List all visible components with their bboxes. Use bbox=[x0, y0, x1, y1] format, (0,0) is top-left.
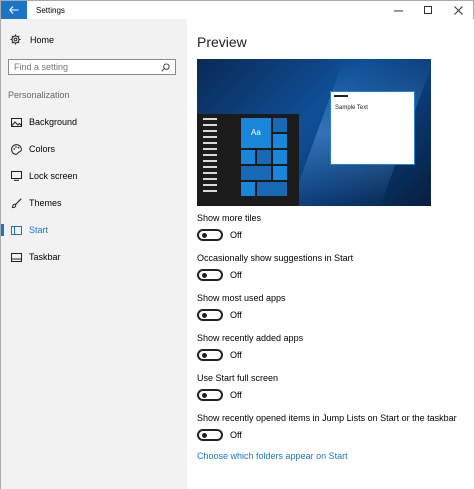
toggle-switch[interactable] bbox=[197, 269, 223, 281]
taskbar-icon bbox=[9, 252, 23, 262]
setting-label: Show recently opened items in Jump Lists… bbox=[197, 413, 457, 423]
sidebar-item-label: Themes bbox=[29, 198, 62, 208]
toggle-switch[interactable] bbox=[197, 309, 223, 321]
setting-label: Show recently added apps bbox=[197, 333, 304, 343]
setting-use-start-full-screen: Use Start full screen Off bbox=[197, 373, 278, 401]
preview-tile bbox=[273, 166, 287, 180]
sidebar-item-themes[interactable]: Themes bbox=[1, 193, 187, 213]
section-heading-personalization: Personalization bbox=[8, 90, 70, 100]
setting-label: Show more tiles bbox=[197, 213, 262, 223]
toggle-state: Off bbox=[230, 230, 242, 240]
toggle-state: Off bbox=[230, 390, 242, 400]
setting-label: Use Start full screen bbox=[197, 373, 279, 383]
back-arrow-icon bbox=[9, 6, 19, 14]
sidebar-item-taskbar[interactable]: Taskbar bbox=[1, 247, 187, 267]
page-title: Preview bbox=[197, 34, 247, 50]
preview-tile bbox=[241, 182, 255, 196]
search-icon[interactable] bbox=[161, 63, 170, 72]
home-label: Home bbox=[30, 34, 55, 45]
start-preview-image: Aa Sample Text bbox=[197, 59, 431, 206]
minimize-icon bbox=[393, 10, 403, 11]
toggle-state: Off bbox=[230, 270, 242, 280]
start-menu-icon bbox=[9, 225, 23, 235]
preview-sample-window: Sample Text bbox=[330, 91, 415, 165]
settings-window: Settings Home Find a setting Personaliza… bbox=[0, 0, 474, 489]
picture-icon bbox=[9, 117, 23, 127]
preview-tile bbox=[241, 166, 271, 180]
toggle-switch[interactable] bbox=[197, 229, 223, 241]
lock-screen-icon bbox=[9, 171, 23, 181]
setting-show-most-used-apps: Show most used apps Off bbox=[197, 293, 286, 321]
setting-show-more-tiles: Show more tiles Off bbox=[197, 213, 261, 241]
preview-app-list bbox=[203, 118, 217, 196]
preview-tile bbox=[273, 118, 287, 132]
sidebar-item-lock-screen[interactable]: Lock screen bbox=[1, 166, 187, 186]
setting-label: Occasionally show suggestions in Start bbox=[197, 253, 354, 263]
toggle-state: Off bbox=[230, 310, 242, 320]
sidebar-item-label: Lock screen bbox=[29, 171, 78, 181]
sidebar-item-background[interactable]: Background bbox=[1, 112, 187, 132]
preview-tile bbox=[257, 150, 271, 164]
search-input[interactable] bbox=[9, 62, 154, 72]
sidebar: Home Personalization Background Colors bbox=[1, 19, 187, 489]
main-content: Preview Aa Sample Text Show more tiles O… bbox=[187, 19, 474, 489]
preview-tile-large: Aa bbox=[241, 118, 271, 148]
sidebar-item-label: Colors bbox=[29, 144, 56, 154]
home-nav-item[interactable]: Home bbox=[10, 34, 54, 45]
title-bar: Settings bbox=[1, 1, 473, 19]
sample-text: Sample Text bbox=[335, 105, 368, 111]
preview-tile bbox=[257, 182, 287, 196]
preview-tile bbox=[241, 150, 255, 164]
minimize-button[interactable] bbox=[383, 1, 413, 19]
gear-icon bbox=[10, 34, 21, 45]
close-button[interactable] bbox=[443, 1, 473, 19]
setting-label: Show most used apps bbox=[197, 293, 286, 303]
sidebar-item-label: Background bbox=[29, 117, 78, 127]
sidebar-item-label: Start bbox=[29, 225, 49, 235]
preview-start-menu: Aa bbox=[197, 114, 299, 206]
toggle-state: Off bbox=[230, 430, 242, 440]
sidebar-item-start[interactable]: Start bbox=[1, 220, 187, 240]
sample-window-titlebar bbox=[334, 95, 348, 97]
maximize-icon bbox=[423, 5, 432, 14]
search-field[interactable] bbox=[8, 59, 176, 75]
back-button[interactable] bbox=[1, 1, 27, 19]
sidebar-item-colors[interactable]: Colors bbox=[1, 139, 187, 159]
preview-tile bbox=[273, 150, 287, 164]
setting-show-suggestions: Occasionally show suggestions in Start O… bbox=[197, 253, 353, 281]
setting-jump-lists: Show recently opened items in Jump Lists… bbox=[197, 413, 457, 441]
toggle-switch[interactable] bbox=[197, 349, 223, 361]
window-title: Settings bbox=[36, 5, 65, 15]
preview-tile-text: Aa bbox=[251, 128, 261, 137]
maximize-button[interactable] bbox=[413, 1, 443, 19]
choose-folders-link[interactable]: Choose which folders appear on Start bbox=[197, 451, 348, 461]
toggle-switch[interactable] bbox=[197, 429, 223, 441]
brush-icon bbox=[9, 197, 23, 209]
toggle-state: Off bbox=[230, 350, 242, 360]
toggle-switch[interactable] bbox=[197, 389, 223, 401]
setting-show-recently-added-apps: Show recently added apps Off bbox=[197, 333, 303, 361]
preview-tile bbox=[273, 134, 287, 148]
close-icon bbox=[453, 5, 463, 15]
sidebar-item-label: Taskbar bbox=[29, 252, 61, 262]
palette-icon bbox=[9, 143, 23, 155]
